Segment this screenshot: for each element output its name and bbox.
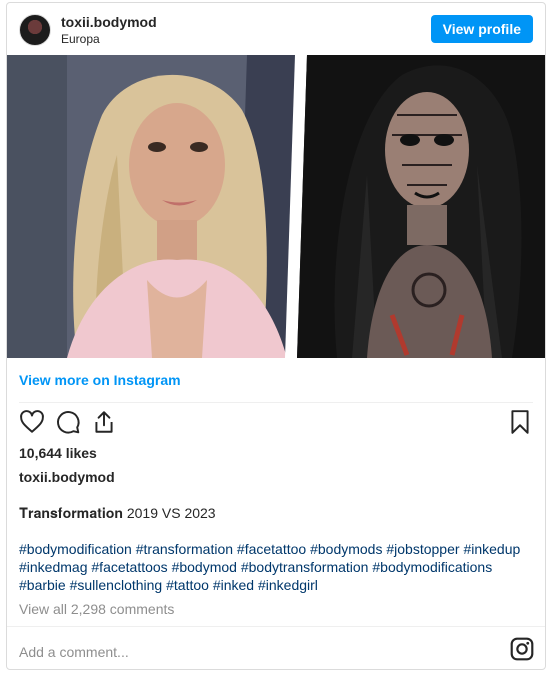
hashtag-link[interactable]: #bodymods [310, 541, 382, 557]
action-bar [19, 409, 533, 437]
photo-after [297, 55, 545, 358]
hashtag-link[interactable]: #transformation [136, 541, 233, 557]
add-comment-input[interactable]: Add a comment... [19, 644, 129, 660]
post-image-graphic [7, 55, 545, 358]
caption-title-rest: 2019 VS 2023 [122, 505, 216, 521]
hashtag-link[interactable]: #inkedup [463, 541, 520, 557]
instagram-embed-card: toxii.bodymod Europa View profile View m… [6, 2, 546, 670]
hashtag-link[interactable]: #inkedmag [19, 559, 88, 575]
post-header: toxii.bodymod Europa View profile [7, 3, 545, 55]
caption-username[interactable]: toxii.bodymod [19, 469, 115, 485]
hashtag-link[interactable]: #jobstopper [386, 541, 459, 557]
view-all-comments-link[interactable]: View all 2,298 comments [19, 601, 174, 617]
view-more-link[interactable]: View more on Instagram [19, 372, 181, 388]
instagram-logo-icon[interactable] [509, 636, 535, 662]
hashtag-link[interactable]: #barbie [19, 577, 66, 593]
hashtag-link[interactable]: #facetattoo [237, 541, 306, 557]
hashtag-link[interactable]: #facetattoos [91, 559, 167, 575]
hashtag-list: #bodymodification #transformation #facet… [19, 540, 533, 594]
hashtag-link[interactable]: #bodymodification [19, 541, 132, 557]
avatar[interactable] [19, 14, 51, 46]
post-image[interactable] [7, 55, 545, 358]
likes-count[interactable]: 10,644 likes [19, 445, 97, 461]
view-profile-button[interactable]: View profile [430, 15, 533, 43]
header-username[interactable]: toxii.bodymod [61, 14, 157, 30]
photo-before [7, 55, 299, 358]
hashtag-link[interactable]: #sullenclothing [70, 577, 163, 593]
hashtag-link[interactable]: #bodymod [172, 559, 237, 575]
hashtag-link[interactable]: #bodymodifications [372, 559, 492, 575]
share-icon[interactable] [91, 409, 117, 435]
divider [19, 402, 533, 403]
comment-icon[interactable] [55, 409, 81, 435]
heart-icon[interactable] [19, 409, 45, 435]
divider [7, 626, 545, 627]
header-location[interactable]: Europa [61, 32, 100, 46]
bookmark-icon[interactable] [507, 409, 533, 435]
hashtag-link[interactable]: #inked [213, 577, 254, 593]
hashtag-link[interactable]: #tattoo [166, 577, 209, 593]
caption-title: 𝐓𝐫𝐚𝐧𝐬𝐟𝐨𝐫𝐦𝐚𝐭𝐢𝐨𝐧 2019 VS 2023 [19, 505, 216, 522]
hashtag-link[interactable]: #bodytransformation [241, 559, 369, 575]
hashtag-link[interactable]: #inkedgirl [258, 577, 318, 593]
caption-title-bold: 𝐓𝐫𝐚𝐧𝐬𝐟𝐨𝐫𝐦𝐚𝐭𝐢𝐨𝐧 [19, 505, 123, 521]
